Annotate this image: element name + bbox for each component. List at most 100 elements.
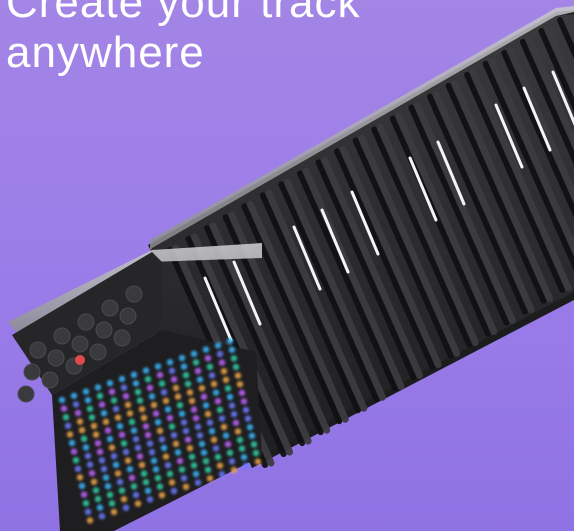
pad-led xyxy=(166,414,174,422)
pad-led xyxy=(110,397,118,404)
pad-led xyxy=(138,406,146,413)
pad-led xyxy=(232,363,240,371)
pad-led xyxy=(202,346,210,353)
pad-led xyxy=(112,405,120,413)
pad-led xyxy=(120,384,128,391)
pad-led xyxy=(156,483,164,490)
pad-led xyxy=(160,389,168,396)
pad-led xyxy=(246,424,254,431)
pad-led xyxy=(76,474,84,481)
pad-led xyxy=(106,435,114,443)
pad-led xyxy=(88,414,96,421)
pad-led xyxy=(104,483,112,490)
pad-led xyxy=(162,397,170,404)
pad-led xyxy=(158,380,166,387)
pad-led xyxy=(130,427,138,434)
pad-led xyxy=(172,384,180,392)
pad-led xyxy=(190,350,198,357)
pad-led xyxy=(84,452,92,460)
pad-led xyxy=(206,475,214,482)
pad-led xyxy=(228,346,236,353)
pad-led xyxy=(194,367,202,375)
pad-led xyxy=(124,457,132,464)
pad-led xyxy=(60,405,68,412)
pad-led xyxy=(230,355,238,362)
pad-led xyxy=(230,466,238,474)
pad-led xyxy=(182,427,190,435)
pad-led xyxy=(170,376,178,383)
control-button xyxy=(47,349,65,367)
pad-led xyxy=(224,441,232,448)
pad-led xyxy=(206,363,214,370)
pad-led xyxy=(108,444,116,451)
pad-led xyxy=(244,415,252,422)
pad-led xyxy=(132,436,140,443)
pad-led xyxy=(222,376,230,383)
pad-led xyxy=(226,449,234,456)
pad-led xyxy=(230,411,238,418)
pad-led xyxy=(126,466,134,473)
pad-led xyxy=(86,405,94,412)
pad-led xyxy=(142,479,150,486)
pad-led xyxy=(70,392,78,399)
pad-led xyxy=(226,393,234,401)
pad-led xyxy=(78,427,86,434)
pad-led xyxy=(116,423,124,430)
pad-led xyxy=(142,367,150,374)
pad-led xyxy=(200,449,208,456)
pad-led xyxy=(72,457,80,464)
pad-led xyxy=(248,432,256,439)
pad-led xyxy=(110,508,118,516)
pad-led xyxy=(120,496,128,503)
pad-led xyxy=(242,462,250,469)
pad-led xyxy=(152,466,160,473)
pad-led xyxy=(132,380,140,387)
pad-led xyxy=(204,355,212,362)
pad-led xyxy=(114,470,122,477)
pad-led xyxy=(162,453,170,460)
pad-led xyxy=(140,414,148,421)
pad-led xyxy=(100,410,108,417)
pad-led xyxy=(228,402,236,409)
pad-led xyxy=(116,478,124,486)
pad-led xyxy=(194,479,202,486)
pad-led xyxy=(200,393,208,400)
pad-led xyxy=(96,448,104,455)
pad-led xyxy=(106,491,114,498)
pad-led xyxy=(178,466,186,473)
pad-led xyxy=(186,445,194,452)
pad-led xyxy=(174,393,182,400)
pad-led xyxy=(154,363,162,370)
pad-led xyxy=(158,492,166,499)
pad-led xyxy=(106,380,114,387)
pad-led xyxy=(196,376,204,383)
pad-led xyxy=(216,350,224,358)
pad-led xyxy=(148,393,156,400)
pad-led xyxy=(132,491,140,499)
pad-led xyxy=(202,458,210,465)
pad-led xyxy=(102,418,110,425)
pad-led xyxy=(198,440,206,448)
pad-led xyxy=(224,385,232,392)
pad-led xyxy=(80,435,88,442)
pad-led xyxy=(64,422,72,429)
pad-led xyxy=(250,441,258,448)
pad-led xyxy=(130,371,138,378)
pad-led xyxy=(84,508,92,515)
pad-led xyxy=(110,453,118,460)
pad-led xyxy=(100,465,108,473)
pad-led xyxy=(204,410,212,418)
record-dot xyxy=(75,355,85,365)
pad-led xyxy=(218,415,226,422)
control-button xyxy=(53,327,71,345)
control-button xyxy=(41,371,59,389)
pad-led xyxy=(144,487,152,494)
pad-led xyxy=(128,418,136,426)
pad-led xyxy=(234,372,242,379)
pad-led xyxy=(136,453,144,460)
pad-led xyxy=(184,436,192,443)
pad-led xyxy=(212,389,220,396)
pad-led xyxy=(218,471,226,478)
control-button xyxy=(101,299,119,317)
pad-led xyxy=(232,419,240,426)
